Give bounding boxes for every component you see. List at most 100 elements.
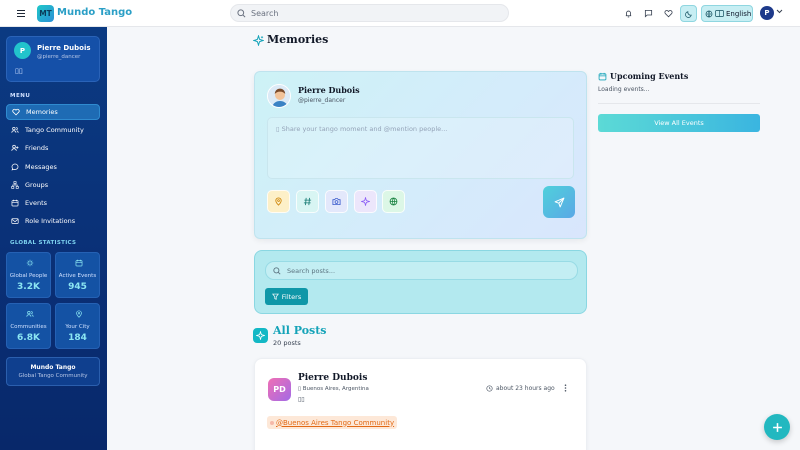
view-all-events-button[interactable]: View All Events xyxy=(598,114,760,132)
more-options-icon[interactable] xyxy=(564,384,567,392)
calendar-icon xyxy=(11,199,19,207)
sidebar-item-groups[interactable]: Groups xyxy=(6,177,100,193)
sidebar-item-label: Memories xyxy=(26,108,58,116)
stat-label: Your City xyxy=(65,324,90,330)
mail-icon xyxy=(11,217,19,225)
search-input[interactable]: Search xyxy=(230,4,509,22)
composer-author-name: Pierre Dubois xyxy=(298,85,360,95)
sparkle-button[interactable] xyxy=(354,190,377,213)
flag-icon xyxy=(715,10,724,17)
heart-icon[interactable] xyxy=(661,6,676,21)
stat-card-communities: Communities 6.8K xyxy=(6,303,51,349)
post-text-input[interactable]: ▯ Share your tango moment and @mention p… xyxy=(267,117,574,179)
sidebar-item-label: Role Invitations xyxy=(25,217,76,225)
search-posts-card: Search posts... Filters xyxy=(254,250,587,314)
app-name[interactable]: Mundo Tango xyxy=(57,7,132,18)
sidebar-item-friends[interactable]: Friends xyxy=(6,140,100,156)
stat-value: 3.2K xyxy=(17,282,40,292)
post-timestamp: about 23 hours ago xyxy=(486,385,555,392)
search-posts-input[interactable]: Search posts... xyxy=(265,261,578,280)
profile-card[interactable]: P Pierre Dubois @pierre_dancer ▯▯ xyxy=(6,36,100,82)
sidebar-item-label: Messages xyxy=(25,163,57,171)
menu-icon[interactable] xyxy=(14,7,28,20)
stat-label: Active Events xyxy=(58,273,97,279)
stat-card-active-events: Active Events 945 xyxy=(55,252,100,298)
chevron-down-icon[interactable] xyxy=(776,9,783,14)
post-text-placeholder: ▯ Share your tango moment and @mention p… xyxy=(276,125,448,133)
send-icon xyxy=(554,197,565,208)
sparkle-icon xyxy=(253,35,264,46)
photo-button[interactable] xyxy=(325,190,348,213)
author-name[interactable]: Pierre Dubois xyxy=(298,373,367,383)
mention-chip[interactable]: @Buenos Aires Tango Community xyxy=(267,416,398,429)
stat-card-global-people: Global People 3.2K xyxy=(6,252,51,298)
sidebar-item-tango-community[interactable]: Tango Community xyxy=(6,122,100,138)
location-button[interactable] xyxy=(267,190,290,213)
menu-heading: MENU xyxy=(10,93,31,99)
user-plus-icon xyxy=(11,144,19,152)
sidebar-item-events[interactable]: Events xyxy=(6,195,100,211)
filters-button[interactable]: Filters xyxy=(265,288,308,305)
profile-name: Pierre Dubois xyxy=(37,44,91,52)
brand-title: Mundo Tango xyxy=(30,364,76,371)
events-loading-text: Loading events... xyxy=(598,86,650,93)
sidebar-item-label: Friends xyxy=(25,144,49,152)
stats-heading: GLOBAL STATISTICS xyxy=(10,240,77,246)
brand-subtitle: Global Tango Community xyxy=(18,373,88,379)
post-count: 20 posts xyxy=(273,339,301,347)
stat-value: 945 xyxy=(68,282,87,292)
view-all-events-label: View All Events xyxy=(654,119,704,127)
logo-badge: MT xyxy=(37,5,54,22)
author-avatar[interactable]: PD xyxy=(268,378,291,401)
sidebar: P Pierre Dubois @pierre_dancer ▯▯ MENU M… xyxy=(0,27,107,450)
filter-icon xyxy=(271,293,279,300)
calendar-icon xyxy=(75,259,83,267)
sparkle-icon xyxy=(361,197,370,206)
search-posts-placeholder: Search posts... xyxy=(287,266,336,275)
theme-toggle-button[interactable] xyxy=(680,5,697,22)
language-label: English xyxy=(726,9,752,18)
language-selector[interactable]: English xyxy=(701,5,753,22)
plus-icon xyxy=(772,422,783,433)
all-posts-title: All Posts xyxy=(273,324,327,337)
post-time-text: about 23 hours ago xyxy=(496,385,555,392)
create-post-fab[interactable] xyxy=(764,414,790,440)
send-button[interactable] xyxy=(543,186,575,218)
network-icon xyxy=(11,181,19,189)
message-icon[interactable] xyxy=(641,6,656,21)
avatar: P xyxy=(14,42,31,59)
profile-flag-placeholder: ▯▯ xyxy=(15,67,23,75)
users-icon xyxy=(26,310,34,318)
moon-icon xyxy=(684,10,693,18)
post-composer: Pierre Dubois @pierre_dancer ▯ Share you… xyxy=(254,71,587,239)
globe-icon xyxy=(389,197,398,206)
sidebar-item-label: Tango Community xyxy=(25,126,84,134)
stat-label: Global People xyxy=(9,273,48,279)
map-pin-icon xyxy=(75,310,83,318)
sidebar-item-label: Groups xyxy=(25,181,49,189)
stat-value: 6.8K xyxy=(17,333,40,343)
sidebar-item-memories[interactable]: Memories xyxy=(6,104,100,120)
globe-icon xyxy=(705,10,713,18)
sidebar-item-messages[interactable]: Messages xyxy=(6,159,100,175)
chat-icon xyxy=(11,163,19,171)
stat-card-your-city: Your City 184 xyxy=(55,303,100,349)
stat-label: Communities xyxy=(10,324,47,330)
user-avatar[interactable]: P xyxy=(760,6,774,20)
divider xyxy=(598,103,760,104)
post-card: PD Pierre Dubois ▯ Buenos Aires, Argenti… xyxy=(254,358,587,450)
mention-link[interactable]: @Buenos Aires Tango Community xyxy=(276,419,394,427)
upcoming-events-title: Upcoming Events xyxy=(610,71,689,81)
post-flag-placeholder: ▯▯ xyxy=(298,396,305,403)
public-visibility-button[interactable] xyxy=(382,190,405,213)
hashtag-button[interactable] xyxy=(296,190,319,213)
sidebar-item-role-invitations[interactable]: Role Invitations xyxy=(6,213,100,229)
post-location: ▯ Buenos Aires, Argentina xyxy=(298,386,369,392)
camera-icon xyxy=(332,197,341,206)
sparkle-icon xyxy=(26,259,34,267)
avatar xyxy=(267,84,291,108)
heart-icon xyxy=(12,108,20,116)
search-icon xyxy=(237,8,246,18)
bell-icon[interactable] xyxy=(621,6,636,21)
users-icon xyxy=(11,126,19,134)
